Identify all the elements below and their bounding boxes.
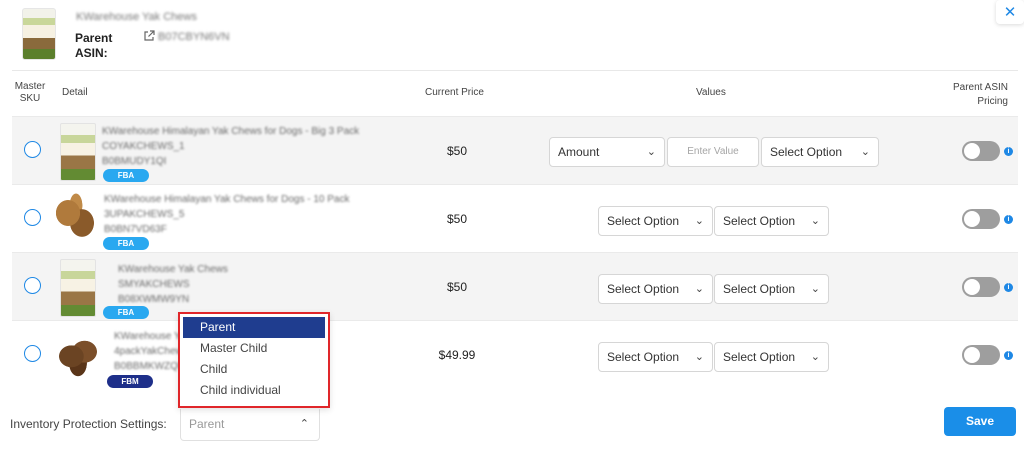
info-icon[interactable]: i: [1004, 147, 1013, 156]
info-icon[interactable]: i: [1004, 215, 1013, 224]
save-button[interactable]: Save: [944, 407, 1016, 436]
value-input[interactable]: Enter Value: [667, 137, 759, 167]
col-current-price: Current Price: [425, 87, 484, 98]
col-master-sku: Master SKU: [14, 81, 46, 104]
asin-value[interactable]: B07CBYN6VN: [158, 31, 230, 43]
fulfillment-badge: FBA: [103, 169, 149, 182]
dropdown-option-child[interactable]: Child: [180, 359, 328, 380]
parent-asin-pricing-toggle[interactable]: [962, 209, 1000, 229]
product-sku: SMYAKCHEWS: [118, 279, 190, 290]
option-select-value: Select Option: [607, 282, 680, 296]
master-sku-radio[interactable]: [24, 277, 41, 294]
product-asin: B0BMUDY1QI: [102, 156, 167, 167]
dropdown-option-master-child[interactable]: Master Child: [180, 338, 328, 359]
product-thumbnail: [56, 331, 100, 377]
option-select[interactable]: Select Option ⌄: [598, 342, 713, 372]
chevron-down-icon: ⌄: [810, 351, 820, 363]
product-header: KWarehouse Yak Chews Parent ASIN: B07CBY…: [0, 0, 990, 66]
chevron-down-icon: ⌄: [646, 146, 656, 158]
current-price: $50: [446, 144, 468, 158]
info-icon[interactable]: i: [1004, 283, 1013, 292]
col-detail: Detail: [62, 87, 88, 98]
master-sku-radio[interactable]: [24, 209, 41, 226]
product-asin: B0BN7VD63F: [104, 224, 167, 235]
amount-select[interactable]: Amount ⌄: [549, 137, 665, 167]
option-select-value: Select Option: [607, 350, 680, 364]
option-select[interactable]: Select Option ⌄: [761, 137, 879, 167]
master-sku-radio[interactable]: [24, 345, 41, 362]
option-select-value: Select Option: [723, 214, 796, 228]
product-sku: COYAKCHEWS_1: [102, 141, 185, 152]
fulfillment-badge: FBA: [103, 306, 149, 319]
parent-asin-pricing-toggle[interactable]: [962, 345, 1000, 365]
inventory-protection-dropdown: Parent Master Child Child Child individu…: [178, 312, 330, 408]
table-header: Master SKU Detail Current Price Values P…: [12, 70, 1018, 115]
dropdown-option-parent[interactable]: Parent: [183, 317, 325, 338]
parent-label: Parent: [75, 31, 113, 45]
table-row: KWarehouse Yak Chews SMYAKCHEWS B08XWMW9…: [12, 252, 1018, 320]
chevron-up-icon: ⌃: [299, 418, 309, 430]
product-detail: KWarehouse Himalayan Yak Chews for Dogs …: [104, 192, 349, 237]
col-parent-asin-pricing: Parent ASIN Pricing: [952, 82, 1008, 107]
table-row: KWarehouse Yak Chews 4packYakChews B0BBM…: [12, 320, 1018, 388]
option-select[interactable]: Select Option ⌄: [714, 342, 829, 372]
option-select-value: Select Option: [770, 145, 843, 159]
inventory-protection-select[interactable]: Parent ⌃: [180, 409, 320, 441]
product-image: [22, 8, 56, 60]
chevron-down-icon: ⌄: [810, 215, 820, 227]
option-select[interactable]: Select Option ⌄: [598, 206, 713, 236]
product-title: KWarehouse Himalayan Yak Chews for Dogs …: [102, 126, 360, 137]
option-select-value: Select Option: [607, 214, 680, 228]
option-select[interactable]: Select Option ⌄: [714, 274, 829, 304]
inventory-protection-label: Inventory Protection Settings:: [10, 417, 167, 431]
close-icon: ✕: [1003, 4, 1017, 21]
product-title: KWarehouse Yak Chews: [118, 264, 228, 275]
external-link-icon[interactable]: [143, 30, 155, 42]
info-icon[interactable]: i: [1004, 351, 1013, 360]
fulfillment-badge: FBA: [103, 237, 149, 250]
table-row: KWarehouse Himalayan Yak Chews for Dogs …: [12, 184, 1018, 252]
option-select[interactable]: Select Option ⌄: [598, 274, 713, 304]
chevron-down-icon: ⌄: [860, 146, 870, 158]
chevron-down-icon: ⌄: [694, 283, 704, 295]
product-detail: KWarehouse Yak Chews SMYAKCHEWS B08XWMW9…: [118, 262, 228, 307]
option-select-value: Select Option: [723, 282, 796, 296]
asin-label: ASIN:: [75, 46, 108, 60]
product-detail: KWarehouse Himalayan Yak Chews for Dogs …: [102, 124, 359, 169]
product-title: KWarehouse Yak Chews: [76, 11, 197, 23]
table-row: KWarehouse Himalayan Yak Chews for Dogs …: [12, 116, 1018, 184]
option-select[interactable]: Select Option ⌄: [714, 206, 829, 236]
product-thumbnail: [60, 123, 96, 181]
col-values: Values: [696, 87, 726, 98]
dropdown-option-child-individual[interactable]: Child individual: [180, 380, 328, 401]
product-asin: B08XWMW9YN: [118, 294, 190, 305]
option-select-value: Select Option: [723, 350, 796, 364]
product-title: KWarehouse Himalayan Yak Chews for Dogs …: [104, 194, 350, 205]
product-thumbnail: [56, 193, 96, 243]
product-thumbnail: [60, 259, 96, 317]
chevron-down-icon: ⌄: [810, 283, 820, 295]
current-price: $50: [446, 212, 468, 226]
master-sku-radio[interactable]: [24, 141, 41, 158]
parent-asin-pricing-toggle[interactable]: [962, 141, 1000, 161]
parent-asin-pricing-toggle[interactable]: [962, 277, 1000, 297]
inventory-protection-value: Parent: [189, 417, 225, 431]
chevron-down-icon: ⌄: [694, 215, 704, 227]
fulfillment-badge: FBM: [107, 375, 153, 388]
close-button[interactable]: ✕: [996, 0, 1024, 24]
product-sku: 3UPAKCHEWS_5: [104, 209, 185, 220]
amount-select-value: Amount: [558, 145, 600, 159]
chevron-down-icon: ⌄: [694, 351, 704, 363]
current-price: $50: [446, 280, 468, 294]
current-price: $49.99: [438, 348, 476, 362]
